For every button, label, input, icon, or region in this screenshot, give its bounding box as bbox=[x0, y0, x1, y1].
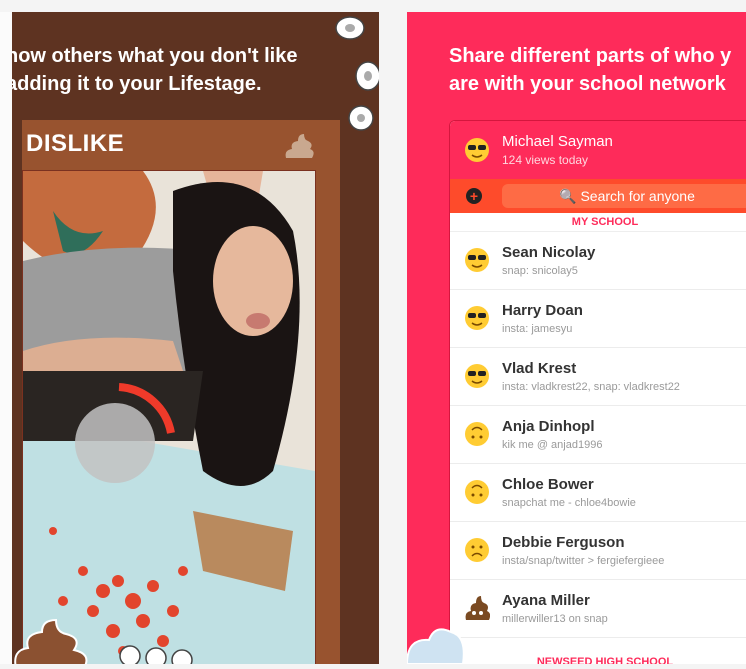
photo-illustration bbox=[23, 171, 315, 664]
toilet-roll-icon bbox=[335, 16, 365, 40]
list-item[interactable]: Ayana Miller millerwiller13 on snap bbox=[450, 580, 746, 638]
toilet-roll-icon bbox=[119, 645, 193, 664]
sunglasses-emoji-icon bbox=[465, 248, 489, 272]
user-name: Vlad Krest bbox=[502, 360, 577, 377]
search-icon: 🔍 bbox=[559, 188, 577, 204]
search-input[interactable]: 🔍 Search for anyone bbox=[502, 184, 746, 208]
search-placeholder: Search for anyone bbox=[580, 188, 695, 204]
my-name: Michael Sayman bbox=[502, 133, 613, 150]
user-handle: insta: vladkrest22, snap: vladkrest22 bbox=[502, 381, 680, 393]
user-name: Ayana Miller bbox=[502, 592, 590, 609]
user-name: Harry Doan bbox=[502, 302, 583, 319]
toilet-roll-icon bbox=[355, 61, 379, 91]
user-handle: insta: jamesyu bbox=[502, 323, 573, 335]
dislike-title: DISLIKE bbox=[26, 130, 125, 157]
app-screen: Michael Sayman 124 views today + 🔍 Searc… bbox=[449, 120, 746, 664]
toilet-roll-icon bbox=[348, 105, 374, 131]
user-name: Sean Nicolay bbox=[502, 244, 596, 261]
list-item[interactable]: Harry Doan insta: jamesyu bbox=[450, 290, 746, 348]
list-item[interactable]: Anja Dinhopl kik me @ anjad1996 bbox=[450, 406, 746, 464]
search-bar-row: + 🔍 Search for anyone bbox=[450, 179, 746, 213]
user-handle: insta/snap/twitter > fergiefergieee bbox=[502, 555, 665, 567]
right-caption-line1: Share different parts of who y bbox=[449, 45, 732, 67]
poop-emoji-icon bbox=[465, 596, 490, 620]
section-newseed-high-school: NEWSEED HIGH SCHOOL bbox=[450, 653, 746, 664]
upside-down-emoji-icon bbox=[465, 422, 489, 446]
user-name: Chloe Bower bbox=[502, 476, 594, 493]
left-margin bbox=[0, 12, 12, 664]
user-handle: snapchat me - chloe4bowie bbox=[502, 497, 636, 509]
user-handle: snap: snicolay5 bbox=[502, 265, 578, 277]
add-button[interactable]: + bbox=[466, 188, 482, 204]
left-caption: how others what you don't like adding it… bbox=[12, 42, 366, 98]
right-caption-line2: are with your school network bbox=[449, 73, 726, 95]
list-item[interactable]: Chloe Bower snapchat me - chloe4bowie bbox=[450, 464, 746, 522]
sunglasses-emoji-icon bbox=[465, 138, 489, 162]
my-profile-row[interactable]: Michael Sayman 124 views today bbox=[450, 121, 746, 179]
user-name: Anja Dinhopl bbox=[502, 418, 595, 435]
frown-emoji-icon bbox=[465, 538, 489, 562]
sunglasses-emoji-icon bbox=[465, 364, 489, 388]
cloud-icon bbox=[407, 628, 465, 664]
upside-down-emoji-icon bbox=[465, 480, 489, 504]
list-item[interactable]: Debbie Ferguson insta/snap/twitter > fer… bbox=[450, 522, 746, 580]
list-item[interactable]: Vlad Krest insta: vladkrest22, snap: vla… bbox=[450, 348, 746, 406]
left-caption-line2: adding it to your Lifestage. bbox=[12, 73, 262, 95]
section-my-school: MY SCHOOL bbox=[450, 213, 746, 232]
user-list: Sean Nicolay snap: snicolay5 Harry Doan … bbox=[450, 232, 746, 638]
dislike-screenshot-panel: how others what you don't like adding it… bbox=[12, 12, 379, 664]
school-network-screenshot-panel: Share different parts of who y are with … bbox=[407, 12, 746, 664]
right-caption: Share different parts of who y are with … bbox=[449, 42, 746, 98]
user-handle: millerwiller13 on snap bbox=[502, 613, 608, 625]
poop-icon bbox=[285, 134, 314, 158]
poop-icon bbox=[14, 618, 88, 664]
my-views: 124 views today bbox=[502, 153, 589, 167]
dislike-photo[interactable] bbox=[22, 170, 316, 664]
left-caption-line1: how others what you don't like bbox=[12, 45, 298, 67]
list-item[interactable]: Sean Nicolay snap: snicolay5 bbox=[450, 232, 746, 290]
user-name: Debbie Ferguson bbox=[502, 534, 625, 551]
user-handle: kik me @ anjad1996 bbox=[502, 439, 603, 451]
sunglasses-emoji-icon bbox=[465, 306, 489, 330]
